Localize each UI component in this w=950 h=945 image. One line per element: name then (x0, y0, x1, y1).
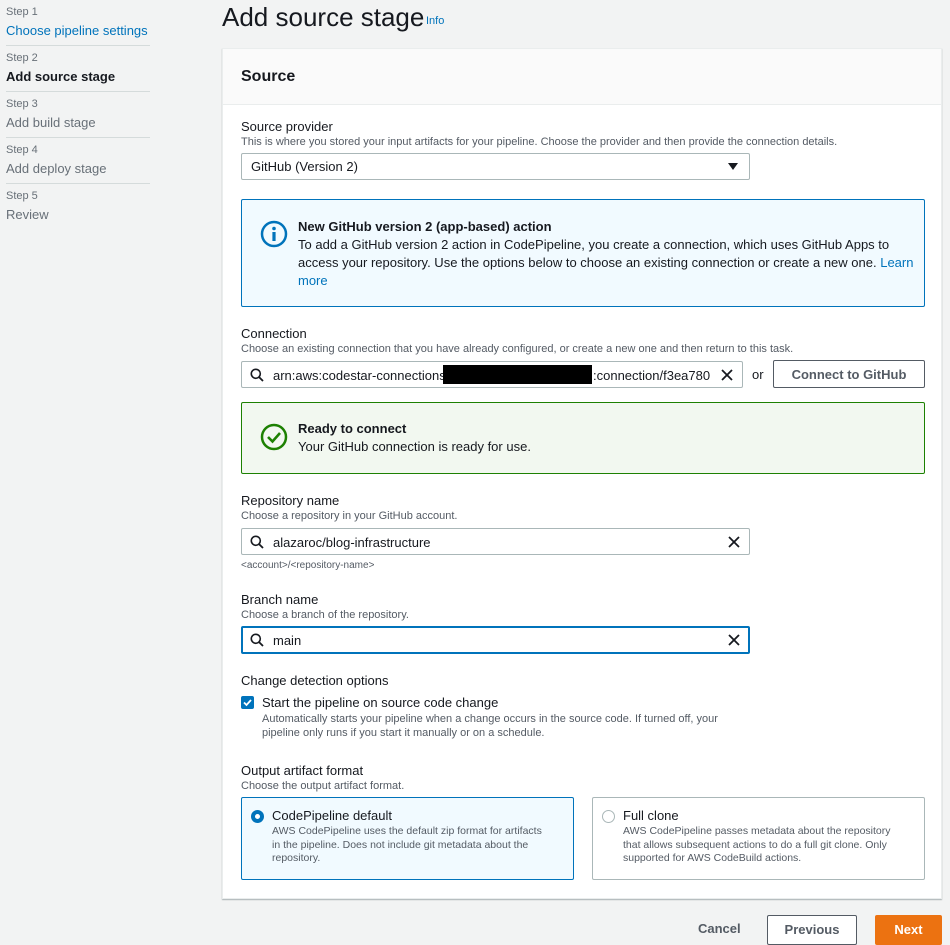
info-alert-line: To add a GitHub version 2 action in Code… (298, 237, 890, 252)
source-provider-value: GitHub (Version 2) (251, 159, 358, 174)
next-button[interactable]: Next (875, 915, 942, 945)
panel-header: Source (223, 49, 941, 105)
info-alert: New GitHub version 2 (app-based) action … (241, 199, 925, 307)
step-title-add-deploy-stage: Add deploy stage (6, 161, 107, 176)
step-link-choose-pipeline-settings[interactable]: Choose pipeline settings (6, 23, 150, 38)
info-alert-line: access your repository. Use the options … (298, 255, 914, 270)
start-pipeline-checkbox[interactable] (241, 696, 254, 709)
source-panel: Source Source provider This is where you… (222, 48, 942, 899)
option-description: AWS CodePipeline uses the default zip fo… (272, 825, 542, 864)
source-provider-label: Source provider (241, 119, 333, 134)
wizard-navigation: Step 1 Choose pipeline settings Step 2 A… (6, 0, 150, 229)
redacted-block (443, 365, 592, 384)
wizard-step-3: Step 3 Add build stage (6, 92, 150, 138)
success-alert: Ready to connect Your GitHub connection … (241, 402, 925, 474)
repository-value: alazaroc/blog-infrastructure (273, 535, 431, 550)
step-title-review: Review (6, 207, 49, 222)
branch-description: Choose a branch of the repository. (241, 609, 409, 621)
step-number: Step 5 (6, 190, 38, 202)
start-pipeline-description: Automatically starts your pipeline when … (262, 713, 718, 739)
option-title: CodePipeline default (272, 808, 392, 823)
branch-label: Branch name (241, 592, 319, 607)
artifact-option-codepipeline-default[interactable]: CodePipeline default AWS CodePipeline us… (241, 797, 574, 880)
connection-description: Choose an existing connection that you h… (241, 343, 794, 355)
learn-more-link[interactable]: Learn (880, 255, 913, 270)
step-title-add-build-stage: Add build stage (6, 115, 96, 130)
repository-input[interactable]: alazaroc/blog-infrastructure (241, 528, 750, 555)
option-title: Full clone (623, 808, 679, 823)
change-detection-label: Change detection options (241, 673, 389, 688)
connection-value-suffix: :connection/f3ea780 (593, 368, 711, 383)
search-icon (250, 368, 264, 382)
clear-icon[interactable] (727, 633, 741, 647)
info-alert-title: New GitHub version 2 (app-based) action (298, 219, 552, 234)
clear-icon[interactable] (720, 368, 734, 382)
success-alert-title: Ready to connect (298, 421, 407, 436)
success-alert-body: Your GitHub connection is ready for use. (298, 439, 531, 454)
wizard-step-5: Step 5 Review (6, 184, 150, 229)
check-circle-icon (260, 423, 288, 451)
step-title-add-source-stage: Add source stage (6, 69, 116, 84)
branch-input[interactable]: main (241, 626, 750, 654)
info-icon (260, 220, 288, 248)
wizard-step-2: Step 2 Add source stage (6, 46, 150, 92)
repository-hint: <account>/<repository-name> (241, 560, 375, 571)
radio-button-selected[interactable] (251, 810, 264, 823)
search-icon (250, 633, 264, 647)
info-link[interactable]: Info (426, 15, 444, 27)
branch-value: main (273, 633, 302, 648)
caret-down-icon (728, 163, 738, 170)
repository-description: Choose a repository in your GitHub accou… (241, 510, 458, 522)
connect-to-github-button[interactable]: Connect to GitHub (773, 360, 925, 388)
page-title: Add source stage (222, 2, 425, 32)
previous-button[interactable]: Previous (767, 915, 857, 945)
wizard-step-1: Step 1 Choose pipeline settings (6, 0, 150, 46)
step-number: Step 3 (6, 98, 38, 110)
artifact-option-full-clone[interactable]: Full clone AWS CodePipeline passes metad… (592, 797, 925, 880)
learn-more-link-cont[interactable]: more (298, 273, 328, 288)
connection-input[interactable]: arn:aws:codestar-connections: :connectio… (241, 361, 743, 388)
info-alert-body: To add a GitHub version 2 action in Code… (298, 236, 918, 290)
connection-value-prefix: arn:aws:codestar-connections: (273, 368, 450, 383)
repository-label: Repository name (241, 493, 340, 508)
start-pipeline-label[interactable]: Start the pipeline on source code change (262, 695, 498, 710)
or-text: or (752, 367, 764, 382)
output-artifact-description: Choose the output artifact format. (241, 780, 405, 792)
panel-title: Source (241, 68, 296, 85)
search-icon (250, 535, 264, 549)
source-provider-select[interactable]: GitHub (Version 2) (241, 153, 750, 180)
option-description: AWS CodePipeline passes metadata about t… (623, 825, 891, 864)
radio-button-unselected[interactable] (602, 810, 615, 823)
wizard-step-4: Step 4 Add deploy stage (6, 138, 150, 184)
step-number: Step 4 (6, 144, 38, 156)
source-provider-description: This is where you stored your input arti… (241, 136, 838, 148)
checkmark-icon (243, 699, 252, 707)
connection-label: Connection (241, 326, 307, 341)
cancel-button[interactable]: Cancel (698, 921, 741, 936)
step-number: Step 2 (6, 52, 38, 64)
output-artifact-label: Output artifact format (241, 763, 364, 778)
step-number: Step 1 (6, 6, 38, 18)
clear-icon[interactable] (727, 535, 741, 549)
